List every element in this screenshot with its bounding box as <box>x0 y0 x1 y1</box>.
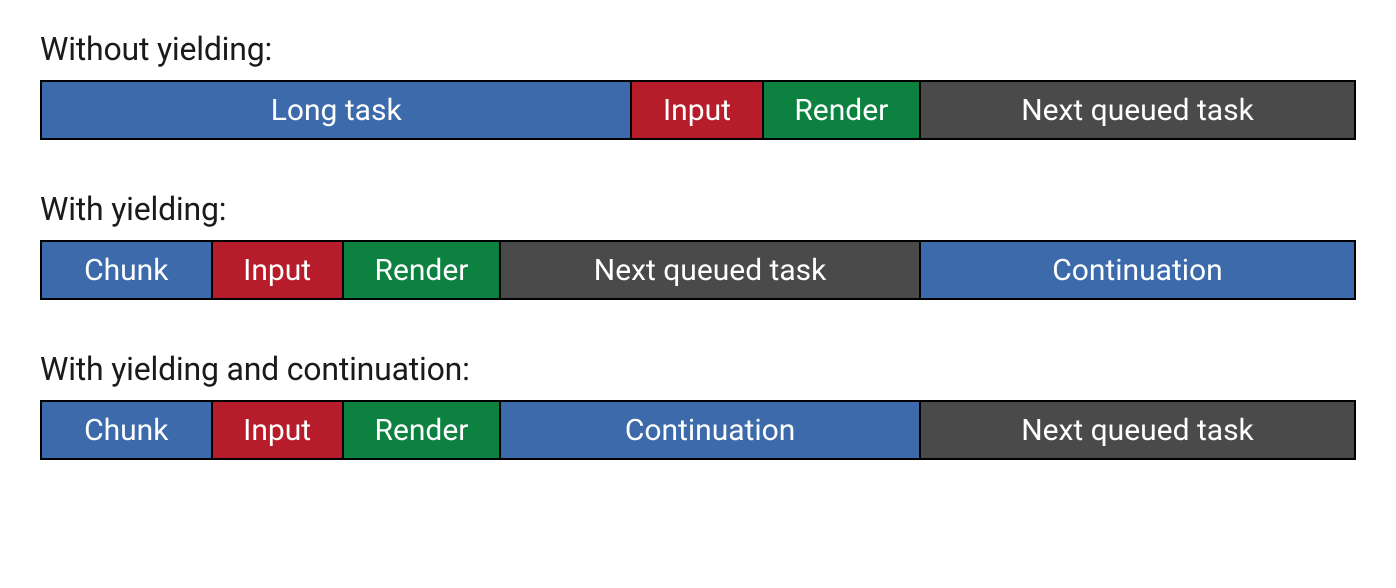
section-title: With yielding and continuation: <box>40 350 1356 388</box>
section-title: With yielding: <box>40 190 1356 228</box>
section-without-yielding: Without yielding: Long task Input Render… <box>40 30 1356 140</box>
timeline-bar: Chunk Input Render Continuation Next que… <box>40 400 1356 460</box>
segment-long-task: Long task <box>42 82 632 138</box>
segment-continuation: Continuation <box>501 402 921 458</box>
segment-chunk: Chunk <box>42 242 213 298</box>
segment-chunk: Chunk <box>42 402 213 458</box>
segment-next-queued-task: Next queued task <box>921 82 1354 138</box>
timeline-bar: Chunk Input Render Next queued task Cont… <box>40 240 1356 300</box>
section-title: Without yielding: <box>40 30 1356 68</box>
segment-render: Render <box>344 242 501 298</box>
section-with-yielding: With yielding: Chunk Input Render Next q… <box>40 190 1356 300</box>
segment-render: Render <box>764 82 921 138</box>
segment-render: Render <box>344 402 501 458</box>
segment-continuation: Continuation <box>921 242 1354 298</box>
segment-input: Input <box>213 242 344 298</box>
timeline-bar: Long task Input Render Next queued task <box>40 80 1356 140</box>
section-with-yielding-and-continuation: With yielding and continuation: Chunk In… <box>40 350 1356 460</box>
segment-next-queued-task: Next queued task <box>921 402 1354 458</box>
segment-next-queued-task: Next queued task <box>501 242 921 298</box>
segment-input: Input <box>632 82 763 138</box>
segment-input: Input <box>213 402 344 458</box>
